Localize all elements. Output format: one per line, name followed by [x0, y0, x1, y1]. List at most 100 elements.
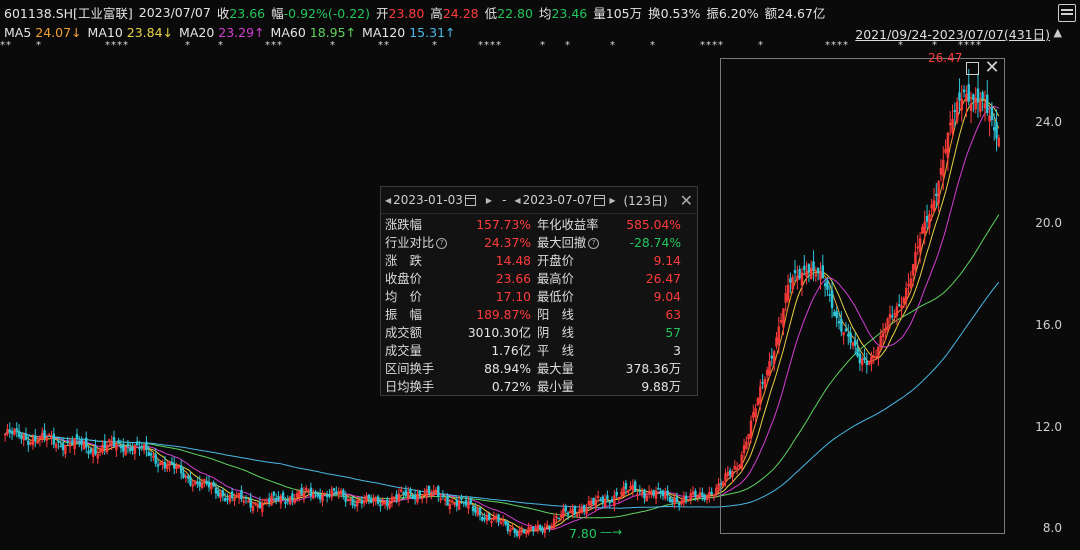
range-selection-box[interactable]	[720, 58, 1005, 534]
prev-arrow-icon: ◀	[385, 195, 392, 205]
start-date-picker[interactable]: ◀ 2023-01-03	[385, 193, 476, 207]
candle-body	[666, 490, 669, 496]
candle-body	[85, 437, 88, 448]
stat-label: 年化收益率	[537, 218, 599, 232]
stat-value: 9.04	[653, 290, 681, 304]
candle-body	[149, 453, 153, 456]
candle-body	[103, 440, 106, 449]
candle-body	[344, 496, 347, 502]
candle-body	[198, 481, 201, 487]
candle-body	[59, 445, 62, 448]
next-arrow-icon[interactable]: ▶	[609, 196, 615, 205]
stat-label: 振 幅	[385, 308, 422, 322]
stat-label: 开盘价	[537, 254, 574, 268]
candle-body	[186, 476, 190, 479]
candle-body	[379, 504, 382, 507]
stat-value: 189.87%	[476, 308, 531, 322]
stat-value: 23.66	[495, 272, 531, 286]
candle-body	[564, 506, 567, 512]
candle-body	[671, 499, 674, 503]
candle-body	[112, 437, 116, 447]
stat-value: 26.47	[645, 272, 681, 286]
candle-body	[455, 499, 459, 507]
candle-body	[240, 490, 243, 500]
candle-body	[677, 502, 681, 506]
candle-body	[17, 430, 21, 437]
candle-body	[652, 489, 655, 496]
candle-body	[464, 499, 468, 506]
maximize-icon[interactable]	[966, 62, 979, 75]
candle-body	[78, 442, 81, 445]
candle-body	[230, 491, 234, 498]
end-date-picker[interactable]: ◀ 2023-07-07	[514, 193, 606, 207]
candle-body	[624, 483, 628, 490]
panel-close-icon[interactable]: ✕	[680, 191, 693, 210]
candle-body	[328, 494, 331, 497]
candle-body	[8, 429, 12, 433]
candle-body	[154, 454, 157, 464]
candle-body	[481, 516, 484, 521]
candle-body	[335, 490, 338, 495]
candle-body	[196, 481, 199, 484]
candle-body	[221, 490, 225, 497]
stat-label: 成交量	[385, 344, 422, 358]
candle-body	[694, 490, 697, 497]
candle-body	[94, 445, 97, 455]
candle-body	[156, 464, 160, 467]
stat-value: 3010.30亿	[467, 326, 531, 340]
stat-label: 日均换手	[385, 380, 435, 394]
candle-body	[367, 494, 371, 499]
candle-body	[592, 497, 595, 505]
candle-body	[10, 431, 14, 435]
stat-label: 收盘价	[385, 272, 422, 286]
candle-body	[675, 496, 679, 503]
candle-body	[608, 501, 611, 504]
candle-body	[57, 440, 60, 443]
candle-body	[332, 488, 336, 491]
candle-body	[226, 497, 229, 500]
candle-body	[27, 440, 30, 446]
y-tick: 12.0	[1035, 420, 1062, 434]
candle-body	[710, 491, 713, 495]
candle-body	[140, 445, 144, 448]
candle-body	[138, 447, 141, 450]
candle-body	[488, 513, 491, 520]
candle-body	[668, 496, 672, 502]
stat-value: 1.76亿	[491, 344, 531, 358]
candle-body	[643, 489, 646, 499]
stat-value: 63	[665, 308, 681, 322]
candle-body	[441, 495, 445, 498]
candle-body	[249, 497, 252, 508]
candle-body	[601, 496, 604, 504]
candle-body	[548, 525, 551, 528]
low-arrow-icon: —→	[600, 525, 623, 539]
close-icon[interactable]: ✕	[983, 59, 1001, 77]
candle-body	[66, 441, 69, 444]
candle-body	[633, 481, 637, 492]
candle-body	[351, 498, 354, 506]
candle-body	[369, 499, 373, 503]
candle-body	[404, 490, 408, 497]
candle-body	[43, 430, 46, 438]
candle-body	[318, 493, 322, 500]
candle-body	[145, 441, 148, 451]
stat-value: 57	[665, 326, 681, 340]
candle-body	[15, 428, 18, 431]
candle-body	[610, 498, 614, 503]
candle-body	[539, 525, 542, 530]
candle-body	[247, 500, 250, 503]
candle-body	[409, 489, 412, 494]
stat-label: 均 价	[385, 290, 422, 304]
candle-body	[20, 434, 23, 439]
candle-body	[557, 517, 560, 520]
next-arrow-icon[interactable]: ▶	[486, 196, 492, 205]
period-low-label: 7.80	[569, 526, 597, 541]
calendar-icon	[464, 194, 476, 206]
candle-body	[462, 501, 465, 504]
candle-body	[212, 482, 215, 487]
candle-body	[207, 481, 211, 488]
candle-body	[223, 498, 227, 502]
candle-body	[532, 526, 535, 532]
candle-body	[52, 433, 56, 445]
candle-body	[386, 499, 389, 507]
